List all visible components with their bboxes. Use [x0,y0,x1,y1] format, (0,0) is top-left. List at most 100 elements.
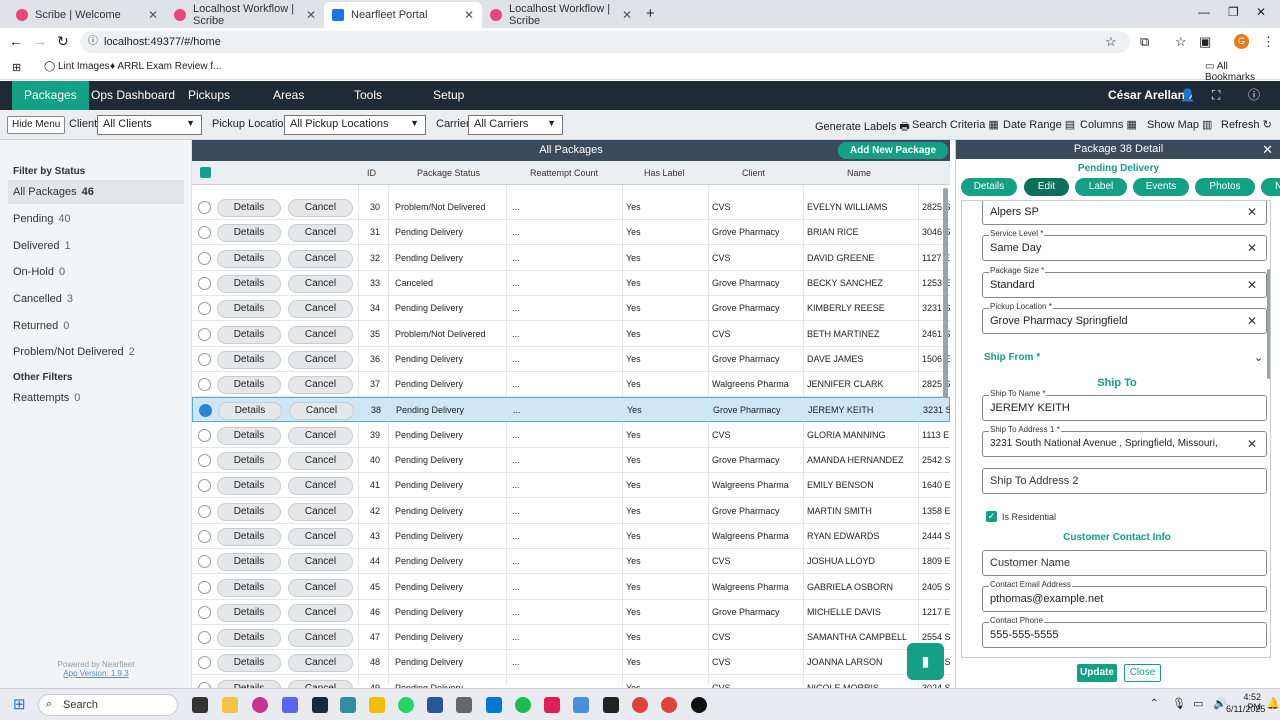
nav-pickups[interactable]: Pickups [188,81,230,110]
table-row[interactable]: Details Cancel 31 Pending Delivery... Yes Gro… [192,220,950,246]
filter-reattempts[interactable]: Reattempts 0 [13,392,80,404]
table-row[interactable]: Details Cancel 41 Pending Delivery... Yes Wal… [192,473,950,499]
app-version[interactable]: App Version: 1.9.3 [0,669,192,678]
cancel-button[interactable]: Cancel [288,502,353,521]
details-button[interactable]: Details [217,654,281,673]
chevron-up-icon[interactable]: ⌃ [1150,698,1158,709]
details-button[interactable]: Details [217,325,281,344]
details-button[interactable]: Details [217,578,281,597]
cancel-button[interactable]: Cancel [288,578,353,597]
row-radio[interactable] [199,404,212,418]
fullscreen-icon[interactable]: ⛶ [1212,81,1220,110]
clear-icon[interactable]: ✕ [1247,241,1257,255]
browser-tab[interactable]: Scribe | Welcome ✕ [8,2,166,28]
row-radio[interactable] [198,555,211,569]
cancel-button[interactable]: Cancel [288,603,353,622]
table-row[interactable]: Details Cancel 43 Pending Delivery... Yes Wal… [192,524,950,549]
extensions-icon[interactable]: ⧉ [1140,34,1149,50]
refresh-button[interactable]: Refresh ↻ [1221,118,1272,131]
pickup-location-select[interactable]: All Pickup Locations ▼ [284,115,426,135]
ship-from-header[interactable]: Ship From * [984,352,1040,363]
table-row[interactable]: Details Cancel 30 Problem/Not Delivered... Y… [192,195,950,220]
status-on-hold[interactable]: On-Hold 0 [13,266,65,278]
carrier-select[interactable]: All Carriers ▼ [468,115,563,135]
details-button[interactable]: Details [217,452,281,470]
reading-list-icon[interactable]: ▣ [1199,34,1211,50]
row-radio[interactable] [198,276,211,290]
cancel-button[interactable]: Cancel [288,553,353,572]
cancel-button[interactable]: Cancel [288,679,353,688]
status-returned[interactable]: Returned 0 [13,320,69,332]
details-button[interactable]: Details [217,527,281,546]
hide-menu-button[interactable]: Hide Menu [7,116,66,134]
favorites-icon[interactable]: ☆ [1175,34,1187,50]
app-icon[interactable] [691,697,707,713]
cancel-button[interactable]: Cancel [288,452,353,470]
ship-to-address1-field[interactable]: Ship To Address 1 * 3231 South National … [982,425,1267,457]
table-row[interactable]: Details Cancel 44 Pending Delivery... Yes CVS… [192,549,950,575]
close-icon[interactable]: ✕ [464,8,474,22]
details-button[interactable]: Details [217,629,281,648]
show-map-button[interactable]: Show Map ▥ [1147,118,1212,131]
cancel-button[interactable]: Cancel [288,629,353,648]
bookmark-item[interactable]: ◯ Lint Images [44,61,110,72]
form-scrollbar[interactable] [1267,269,1270,379]
app-icon[interactable] [340,697,356,713]
update-button[interactable]: Update [1077,664,1117,682]
volume-icon[interactable]: 🔊 [1213,697,1227,710]
table-row[interactable]: Details Cancel 42 Pending Delivery... Yes Gro… [192,499,950,524]
table-scrollbar[interactable] [943,188,948,398]
vscode-icon[interactable] [486,697,502,713]
spotify-icon[interactable] [515,697,531,713]
search-criteria-button[interactable]: Search Criteria ▦ [912,118,999,131]
table-row[interactable]: Details Cancel 39 Pending Delivery... Yes CVS… [192,423,950,448]
contact-phone-field[interactable]: Contact Phone 555-555-5555 [982,616,1267,648]
chrome-icon[interactable] [661,697,677,713]
col-has-label[interactable]: Has Label [644,168,685,178]
service-level-field[interactable]: Service Level * Same Day ✕ [982,229,1267,261]
taskbar-search[interactable]: ⌕ Search [38,694,178,716]
ship-to-address2-field[interactable]: Ship To Address 2 [982,468,1267,494]
menu-icon[interactable]: ⋮ [1262,34,1275,50]
cancel-button[interactable]: Cancel [288,325,353,344]
details-button[interactable]: Details [217,350,281,369]
package-size-field[interactable]: Package Size * Standard ✕ [982,266,1267,298]
notifications-icon[interactable]: 🔔 [1266,697,1280,710]
status-all-packages[interactable]: All Packages 46 [13,186,94,198]
restore-icon[interactable]: ❐ [1228,5,1239,19]
row-radio[interactable] [198,529,211,543]
display-icon[interactable]: ▭ [1193,697,1203,710]
tab-edit[interactable]: Edit [1024,178,1069,196]
close-icon[interactable]: ✕ [306,8,316,22]
row-radio[interactable] [198,504,211,518]
cancel-button[interactable]: Cancel [289,402,354,421]
mic-icon[interactable]: 🎙 [1172,697,1186,710]
chrome-icon[interactable] [632,697,648,713]
close-button[interactable]: Close [1124,664,1161,682]
details-button[interactable]: Details [217,477,281,496]
cancel-button[interactable]: Cancel [288,376,353,395]
clear-icon[interactable]: ✕ [1247,314,1257,328]
tab-photos[interactable]: Photos [1195,178,1255,196]
tab-events[interactable]: Events [1133,178,1189,196]
clear-icon[interactable]: ✕ [1247,278,1257,292]
clear-icon[interactable]: ✕ [1247,437,1257,451]
nav-packages[interactable]: Packages [12,81,89,110]
row-radio[interactable] [198,631,211,645]
table-row[interactable]: Details Cancel 34 Pending Delivery... Yes Gro… [192,296,950,322]
row-radio[interactable] [198,656,211,670]
row-radio[interactable] [198,580,211,594]
nav-tools[interactable]: Tools [354,81,382,110]
table-row[interactable]: Details Cancel 46 Pending Delivery... Yes Gro… [192,600,950,625]
file-explorer-icon[interactable] [222,697,238,713]
date-range-button[interactable]: Date Range ▤ [1003,118,1075,131]
terminal-icon[interactable] [603,697,619,713]
new-tab-icon[interactable]: + [646,5,655,22]
row-radio[interactable] [198,605,211,619]
table-row[interactable]: Details Cancel 48 Pending Delivery... Yes CVS… [192,650,950,676]
forward-icon[interactable]: → [33,33,47,49]
browser-tab-active[interactable]: Nearfleet Portal ✕ [324,2,482,28]
row-radio[interactable] [198,352,211,366]
table-row[interactable]: Details Cancel 45 Pending Delivery... Yes Wal… [192,575,950,600]
cancel-button[interactable]: Cancel [288,527,353,546]
